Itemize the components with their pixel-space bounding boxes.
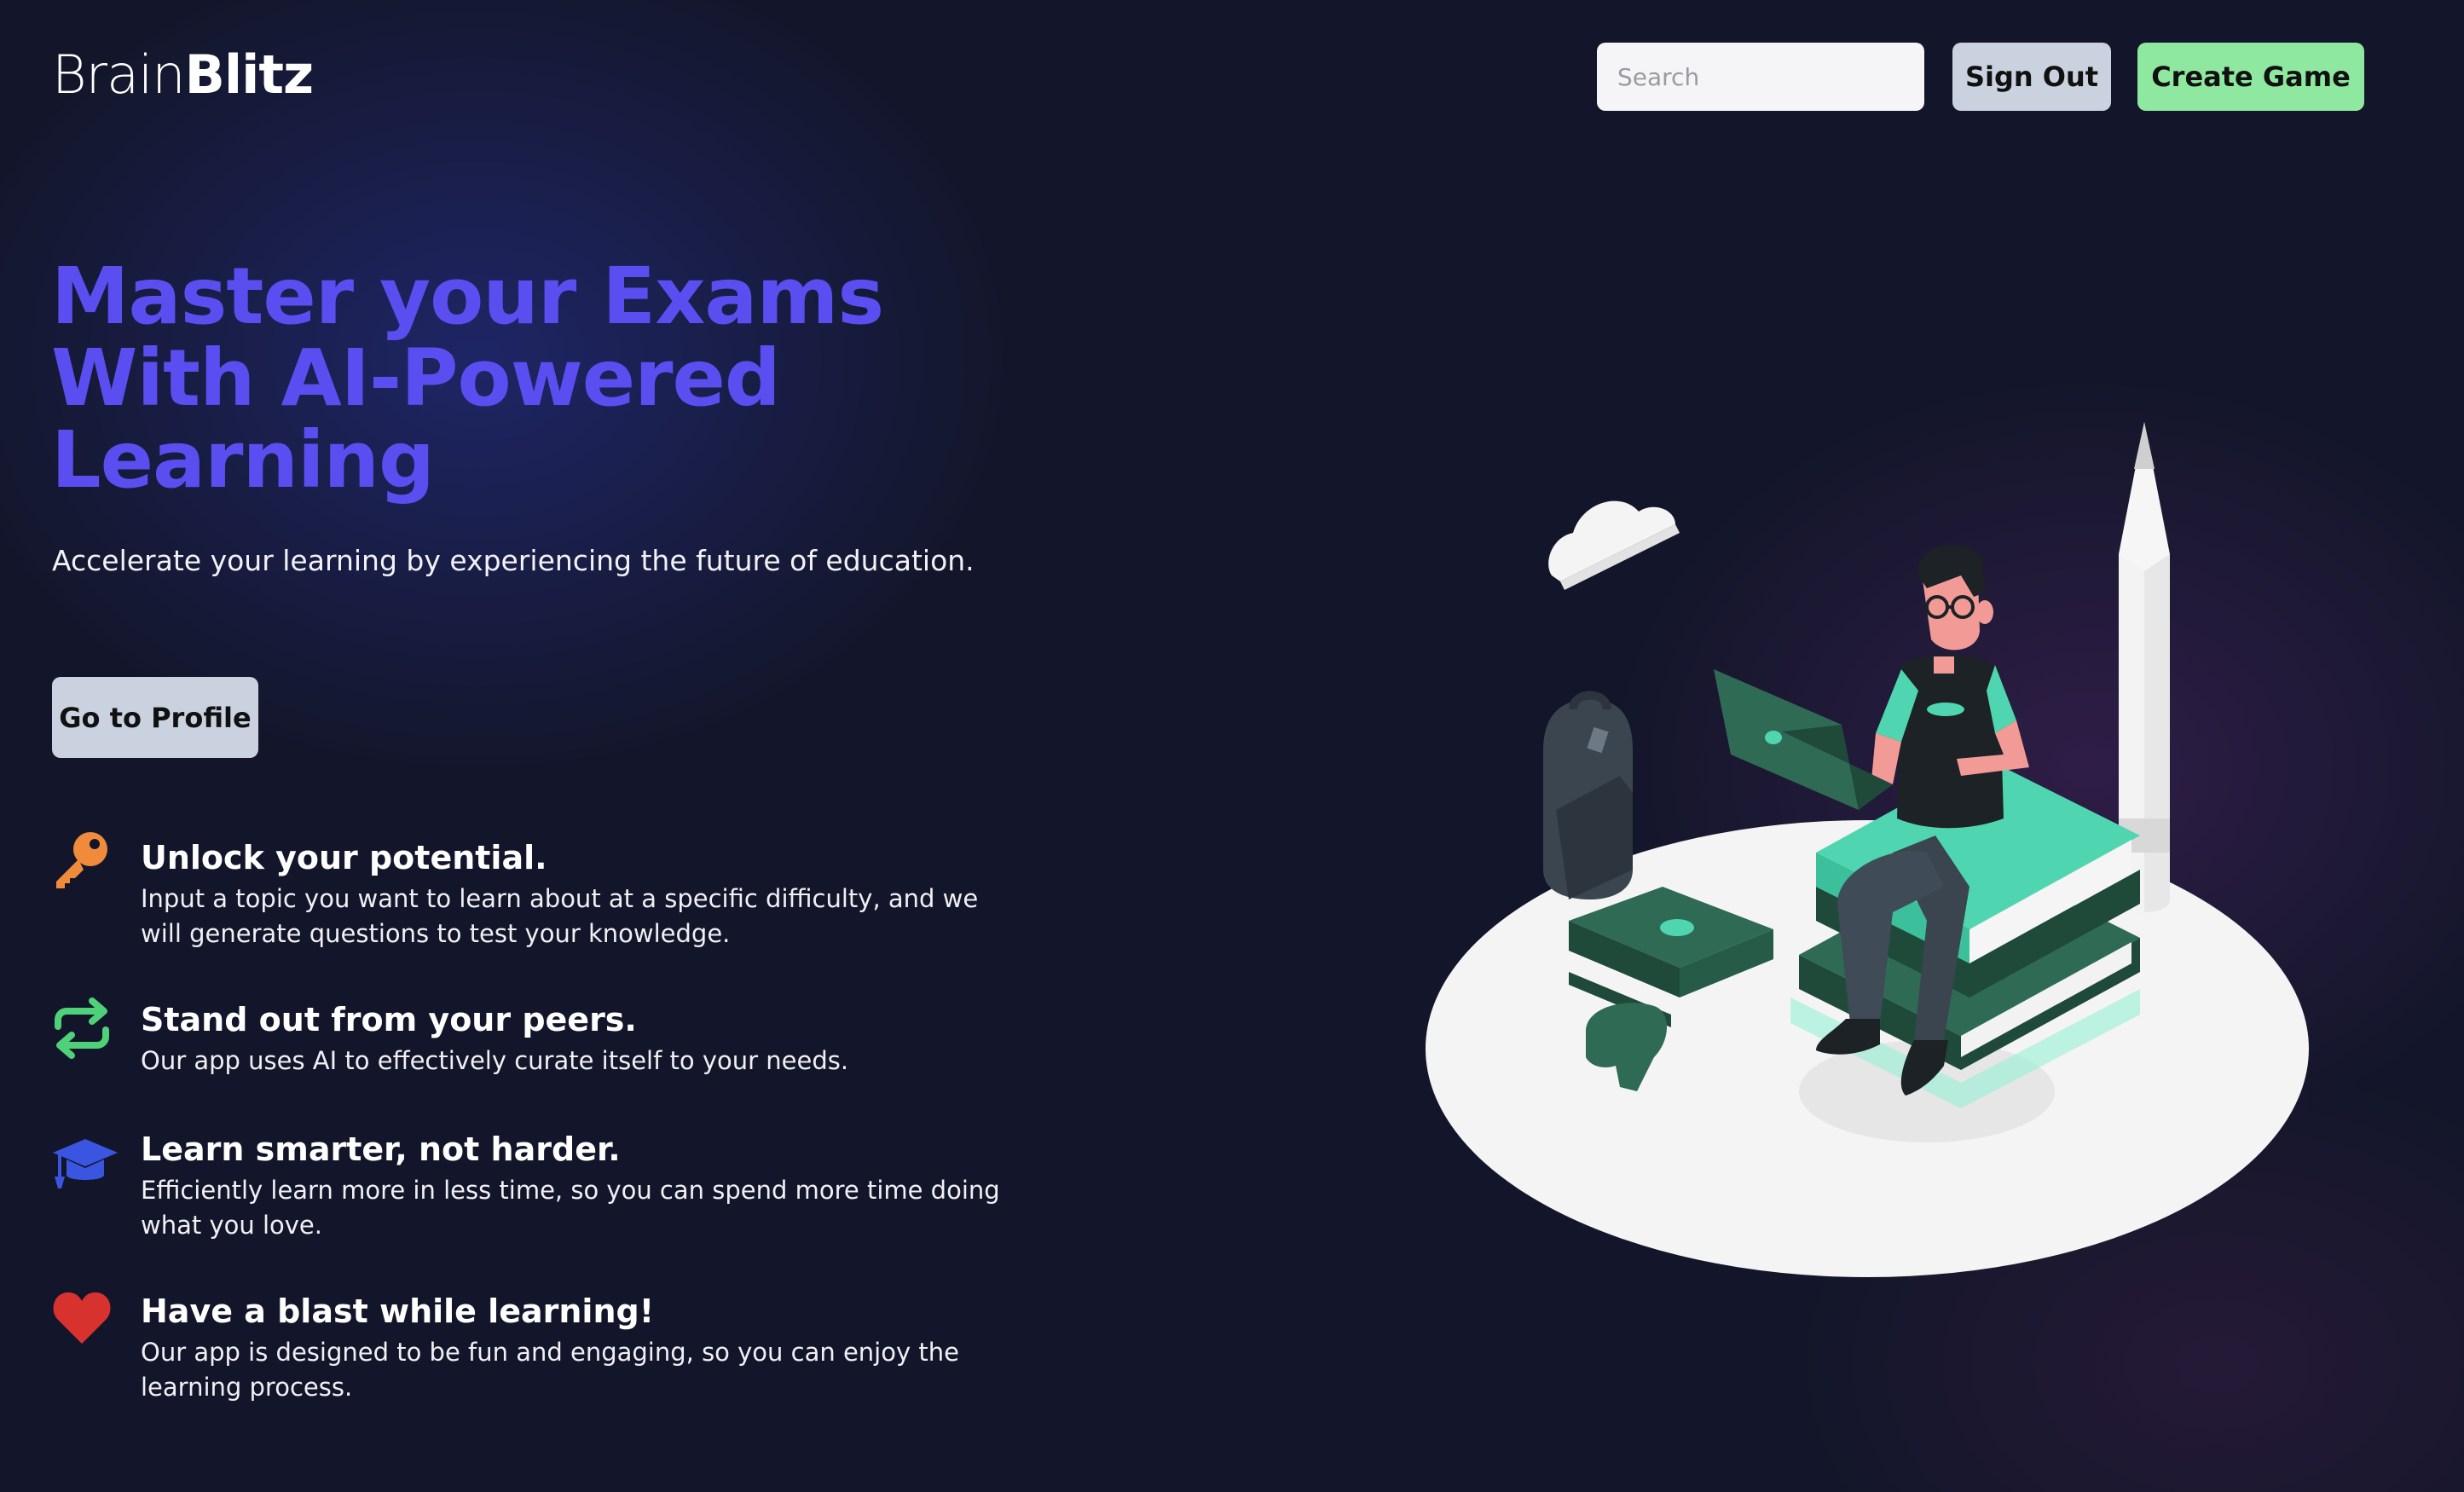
headline-line-1: Master your Exams [51, 251, 884, 342]
logo-text-brain: Brain [52, 43, 186, 106]
feature-title: Have a blast while learning! [141, 1292, 655, 1330]
feature-description: Input a topic you want to learn about at… [141, 884, 979, 948]
feature-title: Learn smarter, not harder. [141, 1131, 621, 1168]
headline-line-2: With AI-Powered [51, 333, 781, 424]
feature-title: Unlock your potential. [141, 839, 547, 876]
backpack-icon [1543, 691, 1633, 899]
feature-description: Our app uses AI to effectively curate it… [141, 1046, 849, 1075]
student-studying-illustration [1426, 422, 2309, 1277]
repeat-arrows-icon [55, 998, 109, 1059]
key-icon [56, 832, 107, 888]
cloud-icon [1548, 500, 1680, 590]
graduation-cap-icon [53, 1139, 118, 1188]
brand-logo[interactable]: BrainBlitz [52, 43, 314, 106]
sign-out-button[interactable]: Sign Out [1952, 43, 2111, 111]
feature-description: Efficiently learn more in less time, so … [141, 1176, 1000, 1240]
feature-description: Our app is designed to be fun and engagi… [141, 1338, 959, 1402]
headline-line-3: Learning [51, 414, 435, 506]
heart-icon [53, 1292, 111, 1344]
create-game-button[interactable]: Create Game [2137, 43, 2364, 111]
search-input[interactable] [1597, 43, 1924, 111]
logo-text-blitz: Blitz [184, 43, 314, 106]
feature-title: Stand out from your peers. [141, 1001, 637, 1038]
go-to-profile-button[interactable]: Go to Profile [52, 677, 258, 758]
hero-headline: Master your Exams With AI-Powered Learni… [51, 256, 1032, 501]
hero-subtitle: Accelerate your learning by experiencing… [52, 544, 975, 577]
